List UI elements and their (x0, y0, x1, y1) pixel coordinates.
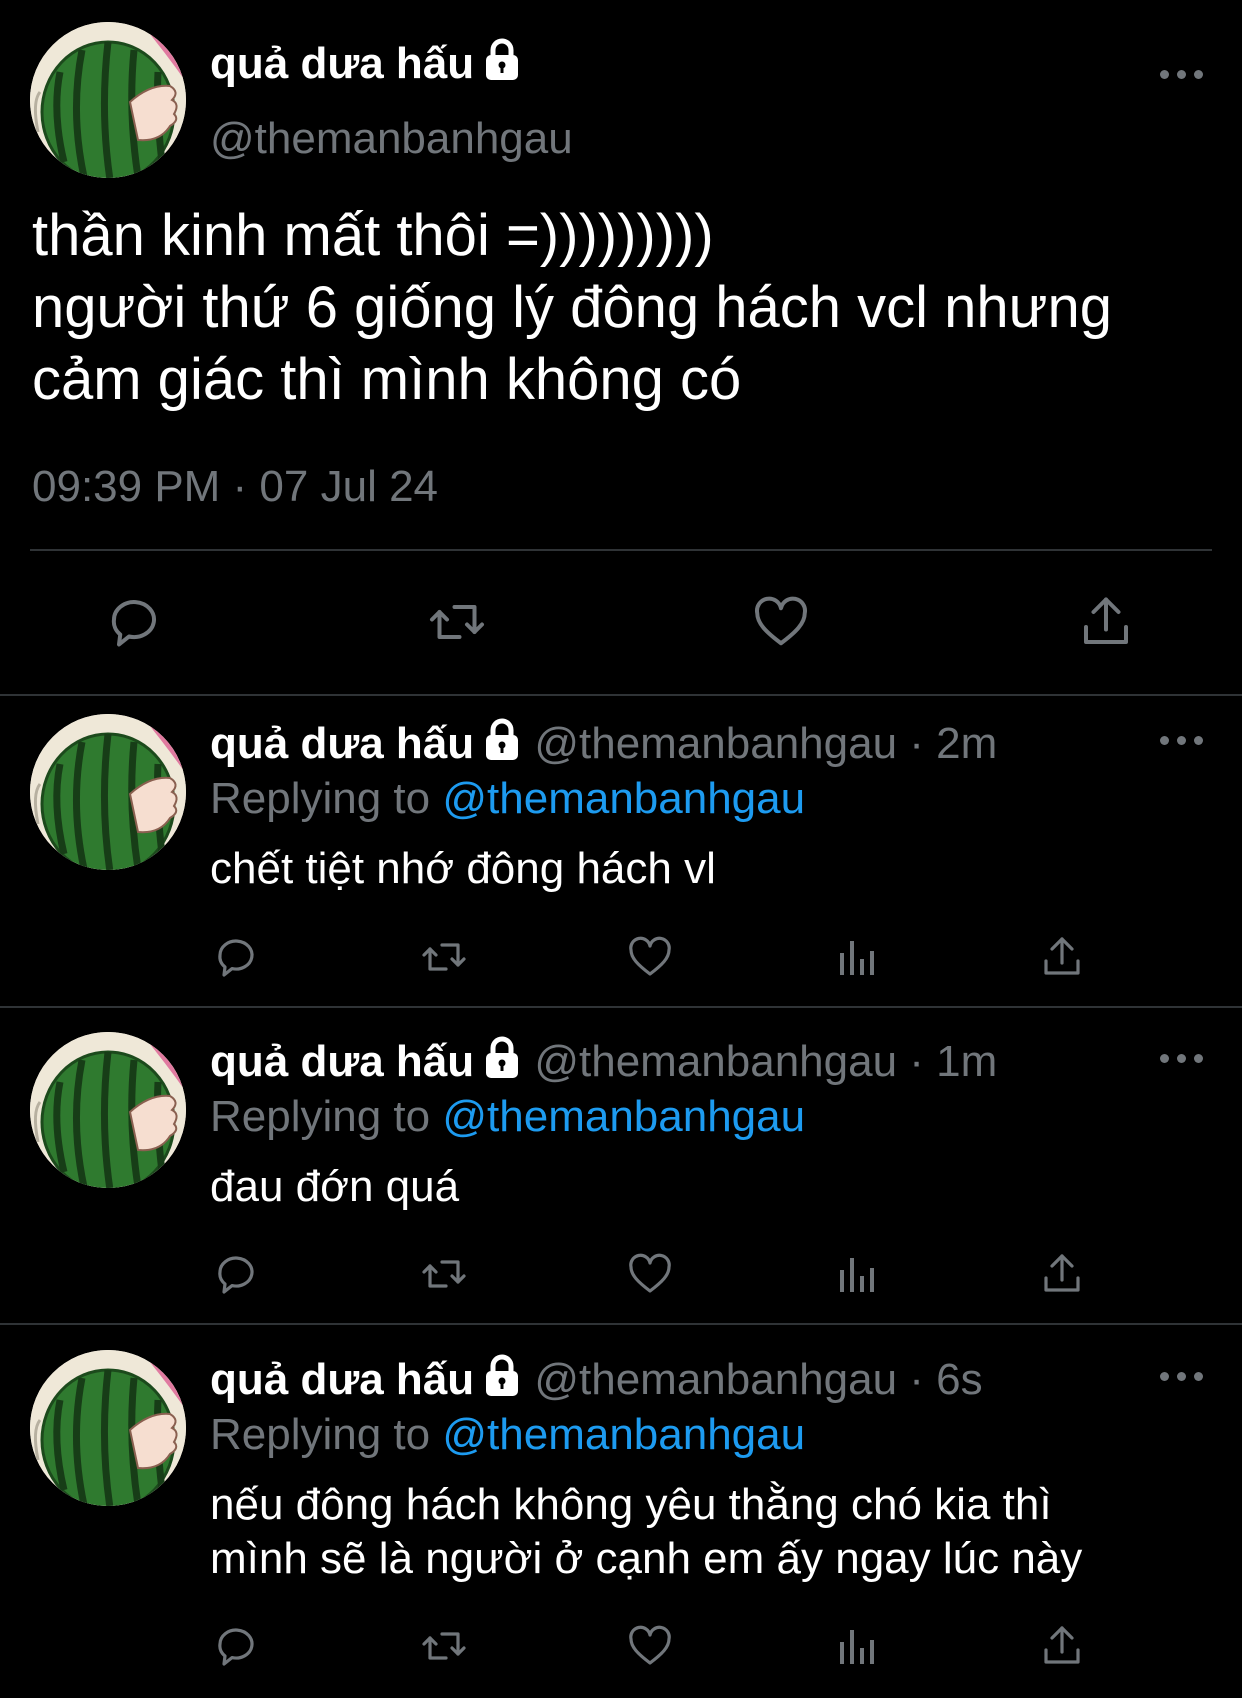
views-icon[interactable] (832, 933, 880, 981)
replying-handle-link[interactable]: @themanbanhgau (442, 774, 805, 823)
display-name-text: quả dưa hấu (210, 39, 475, 88)
replying-prefix: Replying to (210, 774, 443, 823)
reply-icon[interactable] (212, 1250, 260, 1298)
reply-header[interactable]: quả dưa hấu @themanbanhgau · 6s (210, 1354, 983, 1405)
replying-prefix: Replying to (210, 1092, 443, 1141)
replying-prefix: Replying to (210, 1410, 443, 1459)
reply-header[interactable]: quả dưa hấu @themanbanhgau · 2m (210, 718, 997, 769)
replying-to: Replying to @themanbanhgau (210, 1092, 805, 1142)
avatar[interactable] (30, 22, 186, 178)
lock-icon (482, 38, 522, 82)
divider (0, 1006, 1242, 1008)
retweet-icon[interactable] (418, 1622, 470, 1670)
divider (0, 1323, 1242, 1325)
retweet-icon[interactable] (418, 933, 470, 981)
lock-icon (482, 718, 522, 762)
more-icon[interactable] (1160, 736, 1204, 748)
tweet-timestamp[interactable]: 09:39 PM · 07 Jul 24 (32, 462, 438, 512)
like-icon[interactable] (626, 933, 674, 981)
lock-icon (482, 1036, 522, 1080)
avatar[interactable] (30, 1032, 186, 1188)
lock-icon (482, 1354, 522, 1398)
like-icon[interactable] (750, 592, 812, 652)
reply-icon[interactable] (212, 933, 260, 981)
divider (0, 694, 1242, 696)
reply-text: nếu đông hách không yêu thằng chó kia th… (210, 1480, 1083, 1583)
replying-to: Replying to @themanbanhgau (210, 774, 805, 824)
handle-time: @themanbanhgau · 6s (534, 1355, 983, 1404)
replying-handle-link[interactable]: @themanbanhgau (442, 1410, 805, 1459)
display-name[interactable]: quả dưa hấu (210, 38, 522, 89)
divider (30, 549, 1212, 551)
share-icon[interactable] (1076, 592, 1136, 652)
like-icon[interactable] (626, 1622, 674, 1670)
tweet-text: thần kinh mất thôi =))))))))) người thứ … (32, 203, 1112, 412)
avatar[interactable] (30, 714, 186, 870)
reply-text: đau đớn quá (210, 1162, 460, 1211)
display-name: quả dưa hấu (210, 719, 475, 768)
avatar[interactable] (30, 1350, 186, 1506)
handle-time: @themanbanhgau · 1m (534, 1037, 998, 1086)
more-icon[interactable] (1160, 1054, 1204, 1066)
display-name: quả dưa hấu (210, 1355, 475, 1404)
more-icon[interactable] (1160, 1372, 1204, 1384)
like-icon[interactable] (626, 1250, 674, 1298)
views-icon[interactable] (832, 1250, 880, 1298)
reply-header[interactable]: quả dưa hấu @themanbanhgau · 1m (210, 1036, 997, 1087)
handle-time: @themanbanhgau · 2m (534, 719, 998, 768)
handle[interactable]: @themanbanhgau (210, 114, 573, 164)
reply-text: chết tiệt nhớ đông hách vl (210, 844, 716, 893)
display-name: quả dưa hấu (210, 1037, 475, 1086)
retweet-icon[interactable] (418, 1250, 470, 1298)
share-icon[interactable] (1038, 1250, 1086, 1298)
retweet-icon[interactable] (424, 592, 490, 652)
replying-handle-link[interactable]: @themanbanhgau (442, 1092, 805, 1141)
share-icon[interactable] (1038, 933, 1086, 981)
reply-icon[interactable] (104, 592, 164, 652)
reply-icon[interactable] (212, 1622, 260, 1670)
views-icon[interactable] (832, 1622, 880, 1670)
more-icon[interactable] (1160, 70, 1204, 82)
replying-to: Replying to @themanbanhgau (210, 1410, 805, 1460)
share-icon[interactable] (1038, 1622, 1086, 1670)
